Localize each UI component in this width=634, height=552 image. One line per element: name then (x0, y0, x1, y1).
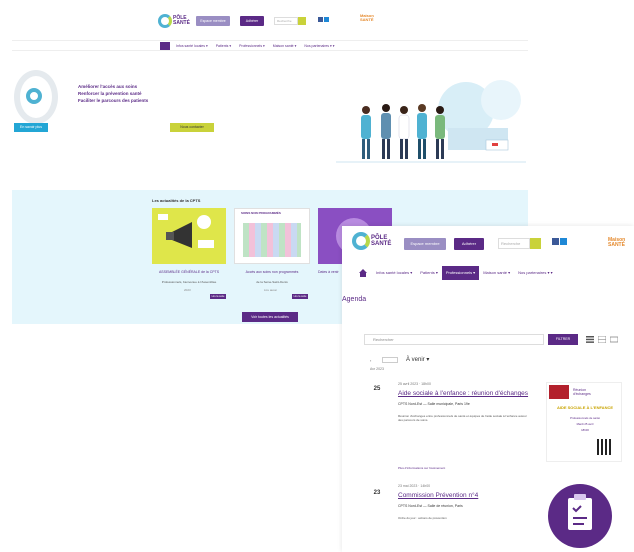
month-view-icon[interactable] (598, 336, 606, 343)
event-title[interactable]: Commission Prévention n°4 (398, 492, 478, 499)
event-link[interactable]: Plus d'informations sur l'événement (398, 466, 445, 470)
event-description: Réunion d'échanges entre professionnels … (398, 414, 527, 422)
site-header: PÔLE SANTÉ Espace membre Adhérer Recherc… (150, 8, 380, 38)
nav-item-professionnels[interactable]: Professionnels ▾ (239, 41, 265, 51)
nav-item-maison[interactable]: Maison santé ▾ (273, 41, 297, 51)
read-more-button[interactable]: Lire la suite (210, 294, 226, 299)
event-organizer: CPTS Nord-Est — Salle municipale, Paris … (398, 402, 470, 406)
nav-item-partenaires[interactable]: Nos partenaires ▾ ▾ (514, 266, 556, 280)
search-icon[interactable] (530, 238, 541, 249)
hero-line: Renforcer la prévention santé (78, 91, 142, 96)
partner-logo[interactable]: Maison SANTÉ (360, 14, 374, 22)
news-card-caption[interactable]: ASSEMBLÉE GÉNÉRALE de la CPTS (152, 270, 226, 275)
news-card-image[interactable] (152, 208, 226, 264)
calendar-day: 23 (373, 490, 381, 496)
partner-logo[interactable]: Maison SANTÉ (608, 238, 625, 248)
home-icon[interactable] (160, 42, 170, 50)
news-card-date: 2023 (184, 288, 191, 292)
event-title[interactable]: Aide sociale à l'enfance : réunion d'éch… (398, 390, 528, 397)
nav-item-maison[interactable]: Maison santé ▾ (479, 266, 514, 280)
page-title: Agenda (342, 296, 367, 303)
nav-item-infos[interactable]: Infos santé locales ▾ (176, 41, 208, 51)
day-view-icon[interactable] (610, 336, 618, 343)
news-card-sub: Professionnels, bienvenue à l'Assemblée (161, 280, 217, 284)
search-input[interactable]: Recherche (274, 17, 298, 25)
healthcare-team-illustration (336, 80, 526, 163)
site-logo[interactable]: PÔLE SANTÉ (352, 232, 391, 250)
filter-button[interactable]: FILTRER (548, 334, 578, 345)
nav-item-patients[interactable]: Patients ▾ (416, 266, 442, 280)
contact-button[interactable]: Nous contacter (170, 123, 214, 132)
today-button[interactable] (382, 357, 398, 363)
clipboard-icon (568, 494, 592, 530)
facebook-icon[interactable] (552, 238, 559, 245)
read-more-button[interactable]: Lire la suite (292, 294, 308, 299)
qr-code (597, 439, 613, 455)
hero-line: Améliorer l'accès aux soins (78, 84, 138, 89)
logo-icon (352, 232, 370, 250)
join-button[interactable]: Adhérer (240, 16, 264, 26)
event-description: Ordre du jour : actions de prévention (398, 516, 447, 520)
list-view-icon[interactable] (586, 336, 594, 343)
learn-more-button[interactable]: En savoir plus (14, 123, 48, 132)
all-news-button[interactable]: Voir toutes les actualités (242, 312, 298, 322)
member-space-button[interactable]: Espace membre (404, 238, 446, 250)
search-icon[interactable] (298, 17, 306, 25)
facebook-icon[interactable] (318, 17, 323, 22)
logo-icon (158, 14, 172, 28)
decorative-shape (26, 88, 42, 104)
hero-line: Faciliter le parcours des patients (78, 98, 149, 103)
news-card-sub: de la Seine-Saint-Denis (256, 280, 288, 284)
news-card-date: Lire aussi (264, 288, 277, 292)
home-icon[interactable] (358, 268, 368, 278)
site-logo[interactable]: PÔLE SANTÉ (158, 14, 190, 28)
nav-item-professionnels[interactable]: Professionnels ▾ (441, 266, 480, 280)
event-date: 23 mai 2023 · 14h00 (398, 484, 431, 488)
event-organizer: CPTS Nord-Est — Salle de réunion, Paris (398, 504, 463, 508)
main-nav: Infos santé locales ▾ Patients ▾ Profess… (350, 266, 634, 280)
linkedin-icon[interactable] (324, 17, 329, 22)
calendar-day: 25 (373, 386, 381, 392)
nav-item-patients[interactable]: Patients ▾ (216, 41, 231, 51)
nav-item-infos[interactable]: Infos santé locales ▾ (372, 266, 416, 280)
prev-arrow-icon[interactable]: ‹ (370, 358, 371, 363)
section-title: Les actualités de la CPTS (152, 198, 201, 203)
period-selector[interactable]: À venir ▾ (406, 356, 429, 363)
search-input[interactable]: Recherche (498, 238, 530, 249)
event-search-input[interactable]: Rechercher (364, 334, 544, 345)
agenda-screenshot: PÔLE SANTÉ Espace membre Adhérer Recherc… (342, 226, 634, 552)
nav-item-partenaires[interactable]: Nos partenaires ▾ ▾ (304, 41, 334, 51)
megaphone-icon (158, 214, 214, 248)
event-image[interactable] (548, 484, 612, 548)
period-label: Avr 2023 (370, 367, 384, 371)
member-space-button[interactable]: Espace membre (196, 16, 230, 26)
main-nav: Infos santé locales ▾ Patients ▾ Profess… (12, 40, 528, 51)
news-card-caption[interactable]: Accès aux soins non programmés (234, 270, 310, 275)
join-button[interactable]: Adhérer (454, 238, 484, 250)
linkedin-icon[interactable] (560, 238, 567, 245)
news-card-image[interactable]: SOINS NON PROGRAMMÉS (234, 208, 310, 264)
event-poster[interactable]: Réunion d'échanges AIDE SOCIALE À L'ENFA… (546, 382, 622, 462)
event-date: 25 avril 2023 · 18h00 (398, 382, 431, 386)
